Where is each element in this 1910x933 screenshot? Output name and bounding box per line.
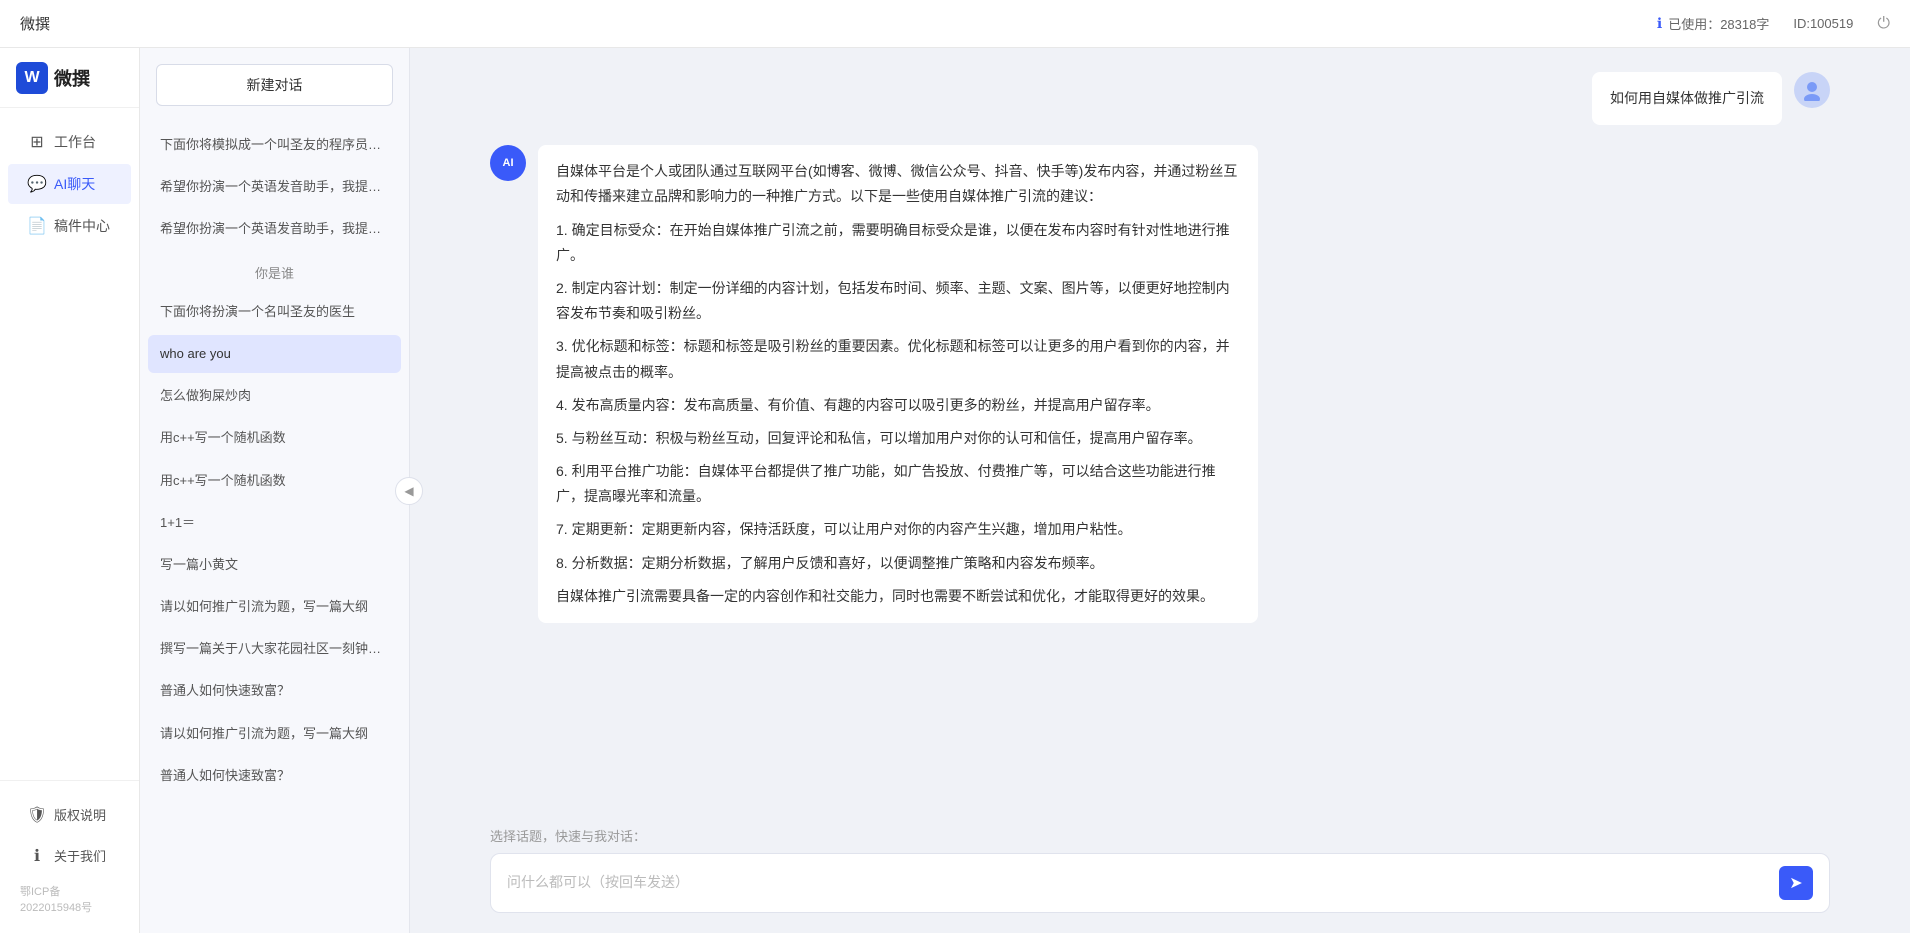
topbar: 微撰 ℹ 已使用：28318字 ID:100519 ⏻ [0,0,1910,48]
grid-icon: ⊞ [28,133,46,151]
ai-avatar-label: AI [503,157,514,169]
power-icon[interactable]: ⏻ [1877,15,1890,33]
collapse-panel-button[interactable]: ◀ [395,477,423,505]
user-avatar-icon [1801,79,1823,101]
topbar-right: ℹ 已使用：28318字 ID:100519 ⏻ [1657,14,1890,33]
send-icon: ➤ [1789,873,1802,893]
nav-items: ⊞ 工作台 💬 AI聊天 📄 稿件中心 [0,108,139,780]
topbar-title: 微撰 [20,13,50,34]
send-button[interactable]: ➤ [1779,866,1813,900]
document-icon: 📄 [28,217,46,235]
quick-topics-label: 选择话题，快速与我对话： [490,826,1830,845]
list-item[interactable]: 下面你将扮演一个名叫圣友的医生 [148,293,401,331]
list-item[interactable]: 撰写一篇关于八大家花园社区一刻钟便民生... [148,630,401,668]
list-item[interactable]: 请以如何推广引流为题，写一篇大纲 [148,715,401,753]
list-item[interactable]: 写一篇小黄文 [148,546,401,584]
list-item[interactable]: 怎么做狗屎炒肉 [148,377,401,415]
shield-icon: 🛡 [28,806,46,824]
list-item[interactable]: 请以如何推广引流为题，写一篇大纲 [148,588,401,626]
info-icon: ℹ [1657,15,1662,32]
topbar-id: ID:100519 [1793,16,1853,31]
input-box: ➤ [490,853,1830,913]
sidebar-item-label: 工作台 [54,132,96,152]
sidebar-item-label: 版权说明 [54,805,106,824]
avatar: AI [490,145,526,181]
list-item[interactable]: 希望你扮演一个英语发音助手，我提供给你... [148,168,401,206]
avatar [1794,72,1830,108]
sidebar-item-label: 关于我们 [54,846,106,865]
list-item[interactable]: who are you [148,335,401,373]
chat-input[interactable] [507,872,1769,894]
list-item[interactable]: 普通人如何快速致富？ [148,757,401,795]
list-item[interactable]: 1+1＝ [148,504,401,542]
logo-icon-text: W [24,69,39,87]
message-row: 如何用自媒体做推广引流 [490,72,1830,125]
list-item[interactable]: 下面你将模拟成一个叫圣友的程序员，我说... [148,126,401,164]
chat-area: 如何用自媒体做推广引流 AI 自媒体平台是个人或团队通过互联网平台(如博客、微博… [410,48,1910,933]
logo-icon: W [16,62,48,94]
logo-text: 微撰 [54,65,90,91]
ai-message-para: 自媒体推广引流需要具备一定的内容创作和社交能力，同时也需要不断尝试和优化，才能取… [556,584,1240,609]
new-conversation-button[interactable]: 新建对话 [156,64,393,106]
sidebar-item-copyright[interactable]: 🛡 版权说明 [8,795,131,834]
nav-footer: 🛡 版权说明 ℹ 关于我们 鄂ICP备2022015948号 [0,780,139,933]
topbar-usage: ℹ 已使用：28318字 [1657,14,1769,33]
sidebar-item-workbench[interactable]: ⊞ 工作台 [8,122,131,162]
ai-message-para: 6. 利用平台推广功能：自媒体平台都提供了推广功能，如广告投放、付费推广等，可以… [556,459,1240,509]
list-item[interactable]: 用c++写一个随机函数 [148,462,401,500]
ai-message-para: 3. 优化标题和标签：标题和标签是吸引粉丝的重要因素。优化标题和标签可以让更多的… [556,334,1240,384]
ai-message-para: 2. 制定内容计划：制定一份详细的内容计划，包括发布时间、频率、主题、文案、图片… [556,276,1240,326]
ai-message-para: 7. 定期更新：定期更新内容，保持活跃度，可以让用户对你的内容产生兴趣，增加用户… [556,517,1240,542]
left-nav: W 微撰 ⊞ 工作台 💬 AI聊天 📄 稿件中心 🛡 版权说明 [0,48,140,933]
ai-message-para: 5. 与粉丝互动：积极与粉丝互动，回复评论和私信，可以增加用户对你的认可和信任，… [556,426,1240,451]
ai-message-para: 4. 发布高质量内容：发布高质量、有价值、有趣的内容可以吸引更多的粉丝，并提高用… [556,393,1240,418]
user-message-text: 如何用自媒体做推广引流 [1610,90,1764,106]
message-row: AI 自媒体平台是个人或团队通过互联网平台(如博客、微博、微信公众号、抖音、快手… [490,145,1830,623]
sidebar-item-component[interactable]: 📄 稿件中心 [8,206,131,246]
ai-message-para: 8. 分析数据：定期分析数据，了解用户反馈和喜好，以便调整推广策略和内容发布频率… [556,551,1240,576]
list-item[interactable]: 用c++写一个随机函数 [148,419,401,457]
main-layout: W 微撰 ⊞ 工作台 💬 AI聊天 📄 稿件中心 🛡 版权说明 [0,48,1910,933]
ai-message-para: 1. 确定目标受众：在开始自媒体推广引流之前，需要明确目标受众是谁，以便在发布内… [556,218,1240,268]
sidebar-item-label: 稿件中心 [54,216,110,236]
usage-text: 已使用：28318字 [1668,14,1769,33]
logo-area: W 微撰 [0,48,139,108]
chat-input-area: 选择话题，快速与我对话： ➤ [410,814,1910,933]
ai-message-para: 自媒体平台是个人或团队通过互联网平台(如博客、微博、微信公众号、抖音、快手等)发… [556,159,1240,209]
user-message-bubble: 如何用自媒体做推广引流 [1592,72,1782,125]
sidebar-item-ai-chat[interactable]: 💬 AI聊天 [8,164,131,204]
ai-message-bubble: 自媒体平台是个人或团队通过互联网平台(如博客、微博、微信公众号、抖音、快手等)发… [538,145,1258,623]
list-item[interactable]: 希望你扮演一个英语发音助手，我提供给你... [148,210,401,248]
sidebar-item-about[interactable]: ℹ 关于我们 [8,836,131,875]
conversation-list: 下面你将模拟成一个叫圣友的程序员，我说... 希望你扮演一个英语发音助手，我提供… [140,122,409,933]
sidebar-item-label: AI聊天 [54,174,95,194]
chat-icon: 💬 [28,175,46,193]
conv-section-label: 你是谁 [148,253,401,289]
info-circle-icon: ℹ [28,847,46,865]
chat-messages: 如何用自媒体做推广引流 AI 自媒体平台是个人或团队通过互联网平台(如博客、微博… [410,48,1910,814]
conv-panel: 新建对话 下面你将模拟成一个叫圣友的程序员，我说... 希望你扮演一个英语发音助… [140,48,410,933]
list-item[interactable]: 普通人如何快速致富？ [148,672,401,710]
icp-text: 鄂ICP备2022015948号 [0,877,139,921]
